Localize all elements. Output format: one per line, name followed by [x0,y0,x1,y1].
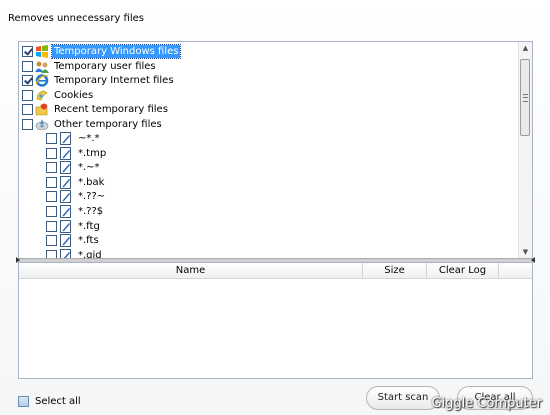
recent-files-icon [35,103,49,116]
file-pattern-icon [59,146,73,160]
results-list-header: Name Size Clear Log [19,263,532,279]
pattern-checkbox[interactable] [46,176,57,188]
pattern-checkbox[interactable] [46,220,57,232]
pattern-item[interactable]: *.??~ [46,189,107,203]
select-all-label: Select all [35,396,81,407]
pattern-label: *.fts [78,234,99,246]
select-all-checkbox[interactable] [18,396,29,407]
tree-content: Temporary Windows files Temporary user f… [19,42,519,259]
file-pattern-icon [59,233,73,247]
scrollbar-grip-icon [523,94,528,102]
cookies-checkbox[interactable] [22,89,33,101]
tree-item-temporary-user-files[interactable]: Temporary user files [22,59,158,73]
pattern-label: *.ftg [78,220,100,232]
column-header-name[interactable]: Name [19,263,363,278]
pattern-label: *.??$ [78,205,104,217]
tree-item-label: Recent temporary files [54,103,168,115]
file-category-tree[interactable]: Temporary Windows files Temporary user f… [18,41,533,260]
panel-title: Removes unnecessary files [8,13,144,24]
pattern-label: *.??~ [78,190,106,202]
file-pattern-icon [59,175,73,189]
tree-item-label: Other temporary files [54,118,162,130]
other-temporary-files-checkbox[interactable] [22,118,33,130]
pattern-checkbox[interactable] [46,132,57,144]
pattern-item[interactable]: *.ftg [46,219,102,233]
tree-vertical-scrollbar[interactable]: ▲ ▼ [518,42,532,259]
tree-item-label: Cookies [54,89,94,101]
temporary-windows-files-checkbox[interactable] [22,45,33,57]
disk-cleanup-icon [35,118,49,131]
tree-item-label: Temporary Windows files [50,43,182,59]
pattern-label: *.~* [78,161,100,173]
pattern-label: *.bak [78,176,105,188]
pattern-item[interactable]: ~*.* [46,131,102,145]
tree-item-temporary-windows-files[interactable]: Temporary Windows files [22,43,182,59]
pattern-item[interactable]: *.fts [46,233,101,247]
temporary-internet-files-checkbox[interactable] [22,74,33,86]
internet-explorer-icon [35,73,49,87]
file-pattern-icon [59,160,73,174]
file-pattern-icon [59,219,73,233]
users-icon [35,60,49,73]
pattern-checkbox[interactable] [46,190,57,202]
recent-temporary-files-checkbox[interactable] [22,103,33,115]
pattern-item[interactable]: *.~* [46,160,102,174]
cookie-icon [35,89,49,102]
pattern-checkbox[interactable] [46,147,57,159]
scrollbar-thumb[interactable] [520,59,530,136]
pattern-label: ~*.* [78,132,100,144]
tree-item-label: Temporary user files [54,60,156,72]
pattern-item[interactable]: *.??$ [46,204,105,218]
start-scan-button[interactable]: Start scan [366,386,440,410]
column-header-filler [499,263,532,278]
temporary-user-files-checkbox[interactable] [22,60,33,72]
pattern-label: *.tmp [78,147,107,159]
select-all-control[interactable]: Select all [18,395,83,408]
column-header-size[interactable]: Size [363,263,427,278]
scroll-up-arrow-icon[interactable]: ▲ [519,42,532,55]
pattern-checkbox[interactable] [46,234,57,246]
watermark-text: Giggle Computer [431,396,542,411]
file-pattern-icon [59,204,73,218]
results-list[interactable]: Name Size Clear Log [18,262,533,379]
tree-item-temporary-internet-files[interactable]: Temporary Internet files [22,73,176,87]
windows-icon [35,44,49,58]
column-header-clear-log[interactable]: Clear Log [427,263,499,278]
tree-item-cookies[interactable]: Cookies [22,88,95,102]
tree-item-other-temporary-files[interactable]: Other temporary files [22,117,164,131]
file-pattern-icon [59,131,73,145]
file-pattern-icon [59,189,73,203]
tree-item-label: Temporary Internet files [54,74,174,86]
tree-item-recent-temporary-files[interactable]: Recent temporary files [22,102,170,116]
pattern-item[interactable]: *.bak [46,175,106,189]
pattern-checkbox[interactable] [46,205,57,217]
pattern-item[interactable]: *.tmp [46,146,108,160]
pattern-checkbox[interactable] [46,161,57,173]
